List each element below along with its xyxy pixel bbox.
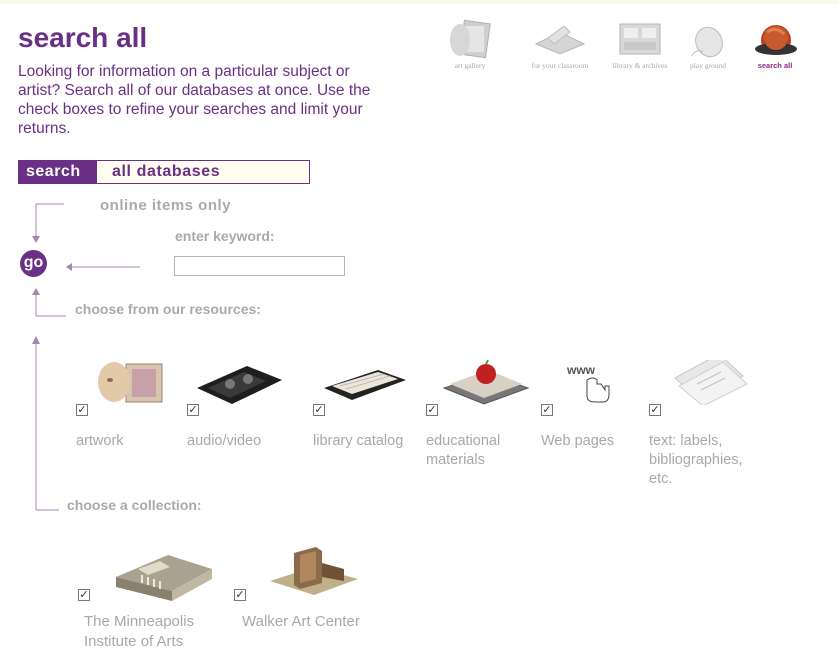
resource-label: text: labels, bibliographies, etc. bbox=[649, 433, 743, 487]
books-apple-icon bbox=[442, 360, 530, 405]
resource-label: educational materials bbox=[426, 433, 501, 468]
text-labels-checkbox[interactable]: ✓ bbox=[649, 404, 661, 416]
online-items-only-option[interactable]: online items only bbox=[100, 197, 231, 214]
card-catalog-icon bbox=[324, 370, 406, 400]
mia-building-icon bbox=[116, 555, 212, 601]
resource-label: artwork bbox=[76, 433, 124, 449]
svg-text:www: www bbox=[566, 363, 596, 377]
resource-label: Web pages bbox=[541, 433, 615, 449]
artwork-checkbox[interactable]: ✓ bbox=[76, 404, 88, 416]
mia-checkbox[interactable]: ✓ bbox=[78, 589, 90, 601]
web-pages-checkbox[interactable]: ✓ bbox=[541, 404, 553, 416]
keyword-input[interactable] bbox=[174, 256, 345, 276]
resource-label: audio/video bbox=[187, 433, 262, 449]
www-hand-icon: www bbox=[566, 363, 610, 403]
collection-label: Walker Art Center bbox=[242, 613, 360, 630]
collection-label: The Minneapolis Institute of Arts bbox=[84, 613, 195, 650]
videotape-icon bbox=[197, 366, 282, 404]
text-pages-icon bbox=[674, 360, 748, 405]
collection-heading: choose a collection: bbox=[67, 497, 202, 513]
go-button[interactable]: go bbox=[20, 250, 47, 277]
artwork-icon bbox=[98, 362, 163, 403]
library-catalog-checkbox[interactable]: ✓ bbox=[313, 404, 325, 416]
resources-heading: choose from our resources: bbox=[75, 301, 261, 317]
resource-label: library catalog bbox=[313, 433, 404, 449]
walker-checkbox[interactable]: ✓ bbox=[234, 589, 246, 601]
educational-materials-checkbox[interactable]: ✓ bbox=[426, 404, 438, 416]
audio-video-checkbox[interactable]: ✓ bbox=[187, 404, 199, 416]
walker-building-icon bbox=[270, 547, 358, 595]
keyword-label: enter keyword: bbox=[175, 228, 275, 244]
